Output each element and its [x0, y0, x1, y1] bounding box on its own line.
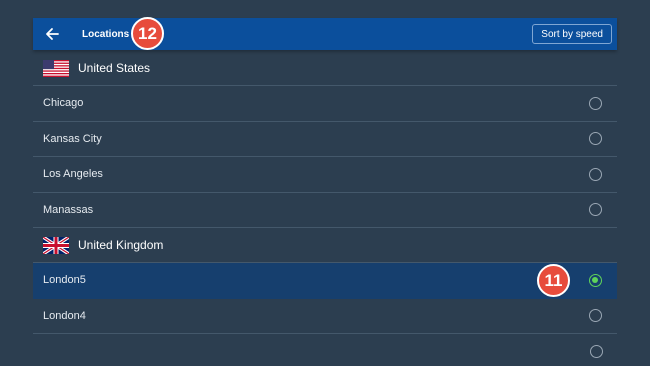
annotation-badge-12: 12: [131, 17, 164, 50]
group-header-united-kingdom: United Kingdom: [33, 228, 617, 263]
top-app-bar: Locations 12 Sort by speed: [33, 17, 617, 50]
locations-list: United States Chicago Kansas City Los An…: [33, 51, 617, 334]
radio-button-partially-visible[interactable]: [590, 345, 603, 358]
radio-button-checked[interactable]: [589, 273, 602, 287]
location-label: Manassas: [43, 203, 94, 216]
radio-button[interactable]: [589, 167, 602, 181]
radio-button[interactable]: [589, 96, 602, 110]
group-header-united-states: United States: [33, 51, 617, 86]
location-label: Los Angeles: [43, 168, 103, 181]
uk-flag-icon: [43, 236, 69, 254]
location-label: London5: [43, 274, 86, 287]
location-label: Kansas City: [43, 132, 102, 145]
annotation-badge-11: 11: [537, 264, 570, 297]
location-row-london5[interactable]: London5 11: [33, 263, 617, 299]
location-row-london4[interactable]: London4: [33, 299, 617, 334]
sort-by-speed-button[interactable]: Sort by speed: [532, 24, 612, 44]
back-button[interactable]: [33, 18, 71, 50]
location-row-chicago[interactable]: Chicago: [33, 86, 617, 122]
location-label: London4: [43, 309, 86, 322]
us-flag-icon: [43, 59, 69, 77]
radio-button[interactable]: [589, 203, 602, 217]
page-title: Locations: [82, 28, 130, 40]
location-row-los-angeles[interactable]: Los Angeles: [33, 157, 617, 193]
location-label: Chicago: [43, 97, 84, 110]
radio-button[interactable]: [589, 309, 602, 323]
location-row-kansas-city[interactable]: Kansas City: [33, 122, 617, 157]
radio-button[interactable]: [589, 132, 602, 146]
location-row-manassas[interactable]: Manassas: [33, 193, 617, 228]
arrow-left-icon: [46, 28, 59, 40]
group-name: United States: [78, 61, 151, 75]
group-name: United Kingdom: [78, 238, 164, 252]
